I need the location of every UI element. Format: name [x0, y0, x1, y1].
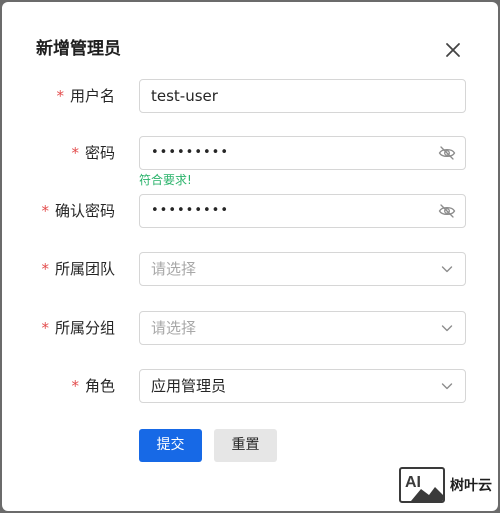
team-select[interactable]: 请选择 — [139, 252, 466, 286]
role-value: 应用管理员 — [151, 377, 227, 395]
role-label: * 角色 — [71, 377, 115, 395]
add-admin-dialog: 新增管理员 * 用户名 test-user * 密码 ••••••••• 符合要求!… — [2, 2, 498, 511]
dialog-title: 新增管理员 — [36, 39, 121, 59]
confirm-password-label: * 确认密码 — [41, 202, 115, 220]
eye-off-icon[interactable] — [438, 145, 456, 161]
password-hint: 符合要求! — [139, 173, 192, 187]
group-label: * 所属分组 — [41, 319, 115, 337]
watermark-brand: 树叶云 — [450, 478, 492, 494]
required-mark: * — [56, 87, 64, 105]
group-row: * 所属分组 请选择 — [2, 311, 498, 345]
chevron-down-icon — [441, 383, 453, 390]
required-mark: * — [71, 377, 79, 395]
username-value: test-user — [151, 87, 218, 105]
username-input[interactable]: test-user — [139, 79, 466, 113]
team-placeholder: 请选择 — [151, 260, 197, 278]
confirm-password-row: * 确认密码 ••••••••• — [2, 194, 498, 228]
confirm-password-value: ••••••••• — [151, 203, 230, 218]
password-row: * 密码 ••••••••• — [2, 136, 498, 170]
group-select[interactable]: 请选择 — [139, 311, 466, 345]
chevron-down-icon — [441, 325, 453, 332]
close-icon[interactable] — [442, 39, 464, 61]
password-input[interactable]: ••••••••• — [139, 136, 466, 170]
role-select[interactable]: 应用管理员 — [139, 369, 466, 403]
watermark: AI 树叶云 — [399, 466, 492, 504]
submit-button[interactable]: 提交 — [139, 429, 202, 462]
required-mark: * — [41, 260, 49, 278]
username-row: * 用户名 test-user — [2, 79, 498, 113]
watermark-logo: AI — [399, 467, 445, 503]
password-value: ••••••••• — [151, 145, 230, 160]
required-mark: * — [41, 319, 49, 337]
username-label: * 用户名 — [56, 87, 115, 105]
required-mark: * — [71, 144, 79, 162]
group-placeholder: 请选择 — [151, 319, 197, 337]
password-label: * 密码 — [71, 144, 115, 162]
reset-button[interactable]: 重置 — [214, 429, 277, 462]
svg-text:AI: AI — [405, 474, 421, 491]
confirm-password-input[interactable]: ••••••••• — [139, 194, 466, 228]
chevron-down-icon — [441, 266, 453, 273]
eye-off-icon[interactable] — [438, 203, 456, 219]
team-row: * 所属团队 请选择 — [2, 252, 498, 286]
team-label: * 所属团队 — [41, 260, 115, 278]
required-mark: * — [41, 202, 49, 220]
role-row: * 角色 应用管理员 — [2, 369, 498, 403]
